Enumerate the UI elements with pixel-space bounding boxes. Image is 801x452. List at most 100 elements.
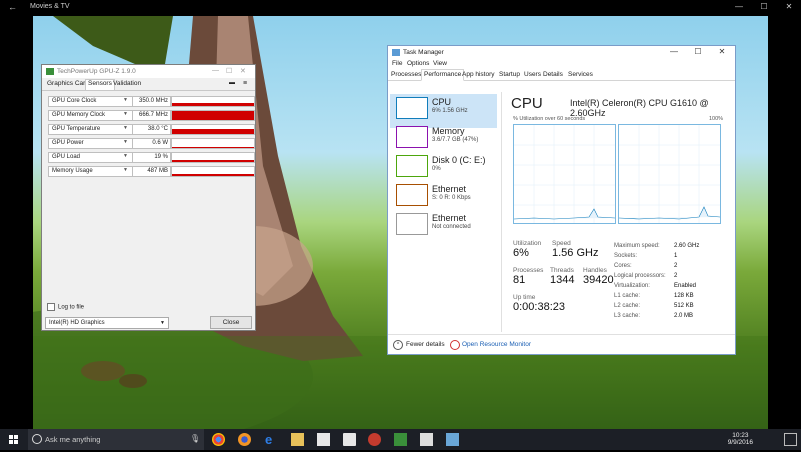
tab-app-history[interactable]: App history — [462, 71, 495, 78]
tab-performance[interactable]: Performance — [421, 69, 465, 81]
tab-processes[interactable]: Processes — [391, 71, 421, 78]
app-red-icon[interactable] — [368, 433, 381, 446]
resource-name: CPU — [432, 97, 452, 107]
sensor-name[interactable]: GPU Power — [48, 138, 133, 149]
tm-minimize-icon[interactable]: — — [664, 47, 684, 56]
notification-icon[interactable] — [784, 433, 797, 446]
gpuz-window[interactable]: TechPowerUp GPU-Z 1.9.0 — ☐ ✕ Graphics C… — [41, 64, 256, 331]
chevron-down-icon[interactable]: ▼ — [123, 139, 128, 145]
tab-users[interactable]: Users — [524, 71, 541, 78]
tm-close-icon[interactable]: ✕ — [712, 47, 732, 56]
threads-stat: Threads 1344 — [550, 267, 574, 286]
tab-details[interactable]: Details — [543, 71, 563, 78]
gpuz-tabs: Graphics Card Sensors Validation ▬ ≡ — [42, 78, 255, 91]
utilization-graph-label: % Utilization over 60 seconds — [513, 116, 586, 122]
sensor-name[interactable]: Memory Usage — [48, 166, 133, 177]
gpuz-minimize-icon[interactable]: — — [212, 67, 219, 74]
tm-titlebar[interactable]: Task Manager — ☐ ✕ — [388, 46, 735, 59]
spec-key: Sockets: — [614, 253, 638, 259]
tm-title: Task Manager — [403, 49, 444, 56]
resource-name: Disk 0 (C: E:) — [432, 155, 486, 165]
tab-validation[interactable]: Validation — [111, 80, 143, 87]
sensor-name[interactable]: GPU Core Clock — [48, 96, 133, 107]
resource-name: Memory — [432, 126, 465, 136]
utilization-label: Utilization — [513, 240, 542, 247]
chevron-down-icon[interactable]: ▼ — [123, 153, 128, 159]
chevron-down-icon[interactable]: ▼ — [123, 97, 128, 103]
gpu-select[interactable]: Intel(R) HD Graphics ▼ — [45, 317, 169, 329]
log-to-file-label: Log to file — [58, 304, 85, 311]
file-explorer-icon[interactable] — [291, 433, 304, 446]
start-button[interactable] — [0, 429, 28, 450]
cpu-heading: CPU — [511, 95, 543, 112]
edge-icon[interactable]: e — [265, 433, 278, 446]
sensor-graph-fill — [172, 103, 254, 106]
uptime-stat: Up time 0:00:38:23 — [513, 294, 565, 313]
search-placeholder: Ask me anything — [45, 435, 101, 444]
store-icon[interactable] — [343, 433, 356, 446]
log-to-file-checkbox[interactable]: Log to file — [47, 303, 84, 311]
microphone-icon[interactable]: 🎙 — [190, 434, 200, 443]
chrome-icon[interactable] — [212, 433, 225, 446]
movies-taskbar-icon[interactable] — [420, 433, 433, 446]
back-arrow-icon[interactable]: ← — [8, 2, 17, 12]
sensor-graph — [171, 152, 255, 163]
resource-thumbnail — [396, 213, 428, 235]
gpuz-close-icon[interactable]: ✕ — [240, 67, 246, 75]
tm-maximize-icon[interactable]: ☐ — [688, 47, 708, 56]
firefox-icon[interactable] — [238, 433, 251, 446]
sensor-graph — [171, 124, 255, 135]
open-resource-monitor-link[interactable]: Open Resource Monitor — [462, 341, 531, 348]
cpu-graph-core-1 — [618, 124, 721, 224]
processes-label: Processes — [513, 267, 544, 274]
clock-date: 9/9/2016 — [727, 439, 753, 446]
search-box[interactable]: Ask me anything 🎙 — [28, 429, 204, 450]
resource-thumbnail — [396, 155, 428, 177]
sensor-name[interactable]: GPU Temperature — [48, 124, 133, 135]
close-button[interactable]: ✕ — [782, 2, 796, 11]
resource-item[interactable]: Ethernet Not connected — [390, 210, 497, 244]
sensor-row: GPU Core Clock ▼ 350.0 MHz — [46, 96, 255, 107]
sensor-graph — [171, 166, 255, 177]
minimize-button[interactable]: — — [732, 2, 746, 11]
menu-options[interactable]: Options — [407, 60, 429, 67]
handles-value: 39420 — [583, 274, 614, 286]
tab-startup[interactable]: Startup — [499, 71, 520, 78]
camera-icon[interactable]: ▬ — [227, 80, 237, 86]
menu-view[interactable]: View — [433, 60, 447, 67]
utilization-value: 6% — [513, 247, 529, 259]
menu-file[interactable]: File — [392, 60, 402, 67]
task-manager-taskbar-icon[interactable] — [446, 433, 459, 446]
maximize-button[interactable]: ☐ — [757, 2, 771, 11]
gpuz-titlebar[interactable]: TechPowerUp GPU-Z 1.9.0 — ☐ ✕ — [42, 65, 255, 78]
sensor-name[interactable]: GPU Load — [48, 152, 133, 163]
chevron-up-icon[interactable]: ^ — [393, 340, 403, 350]
spec-value: 2 — [674, 263, 678, 269]
resource-thumbnail — [396, 126, 428, 148]
mail-icon[interactable] — [317, 433, 330, 446]
resource-monitor-icon — [450, 340, 460, 350]
menu-icon[interactable]: ≡ — [241, 80, 249, 87]
sensor-value: 0.6 W — [132, 138, 171, 149]
chevron-down-icon[interactable]: ▼ — [123, 125, 128, 131]
windows-icon — [9, 435, 18, 444]
system-clock[interactable]: 10:23 9/9/2016 — [728, 432, 753, 446]
cortana-icon — [32, 434, 42, 444]
chevron-down-icon[interactable]: ▼ — [123, 167, 128, 173]
gpuz-close-button[interactable]: Close — [210, 316, 252, 329]
utilization-max-label: 100% — [709, 116, 724, 122]
letterbox-right — [768, 16, 801, 429]
sensor-row: Memory Usage ▼ 487 MB — [46, 166, 255, 177]
speed-label: Speed — [552, 240, 571, 247]
handles-stat: Handles 39420 — [583, 267, 614, 286]
sensor-name[interactable]: GPU Memory Clock — [48, 110, 133, 121]
gpuz-taskbar-icon[interactable] — [394, 433, 407, 446]
gpuz-maximize-icon[interactable]: ☐ — [226, 67, 232, 75]
fewer-details-link[interactable]: Fewer details — [406, 341, 445, 348]
sensor-value: 487 MB — [132, 166, 171, 177]
tab-services[interactable]: Services — [568, 71, 593, 78]
spec-key: Cores: — [614, 263, 632, 269]
chevron-down-icon[interactable]: ▼ — [123, 111, 128, 117]
task-manager-window[interactable]: Task Manager — ☐ ✕ File Options View Pro… — [387, 45, 736, 355]
checkbox-icon[interactable] — [47, 303, 55, 311]
